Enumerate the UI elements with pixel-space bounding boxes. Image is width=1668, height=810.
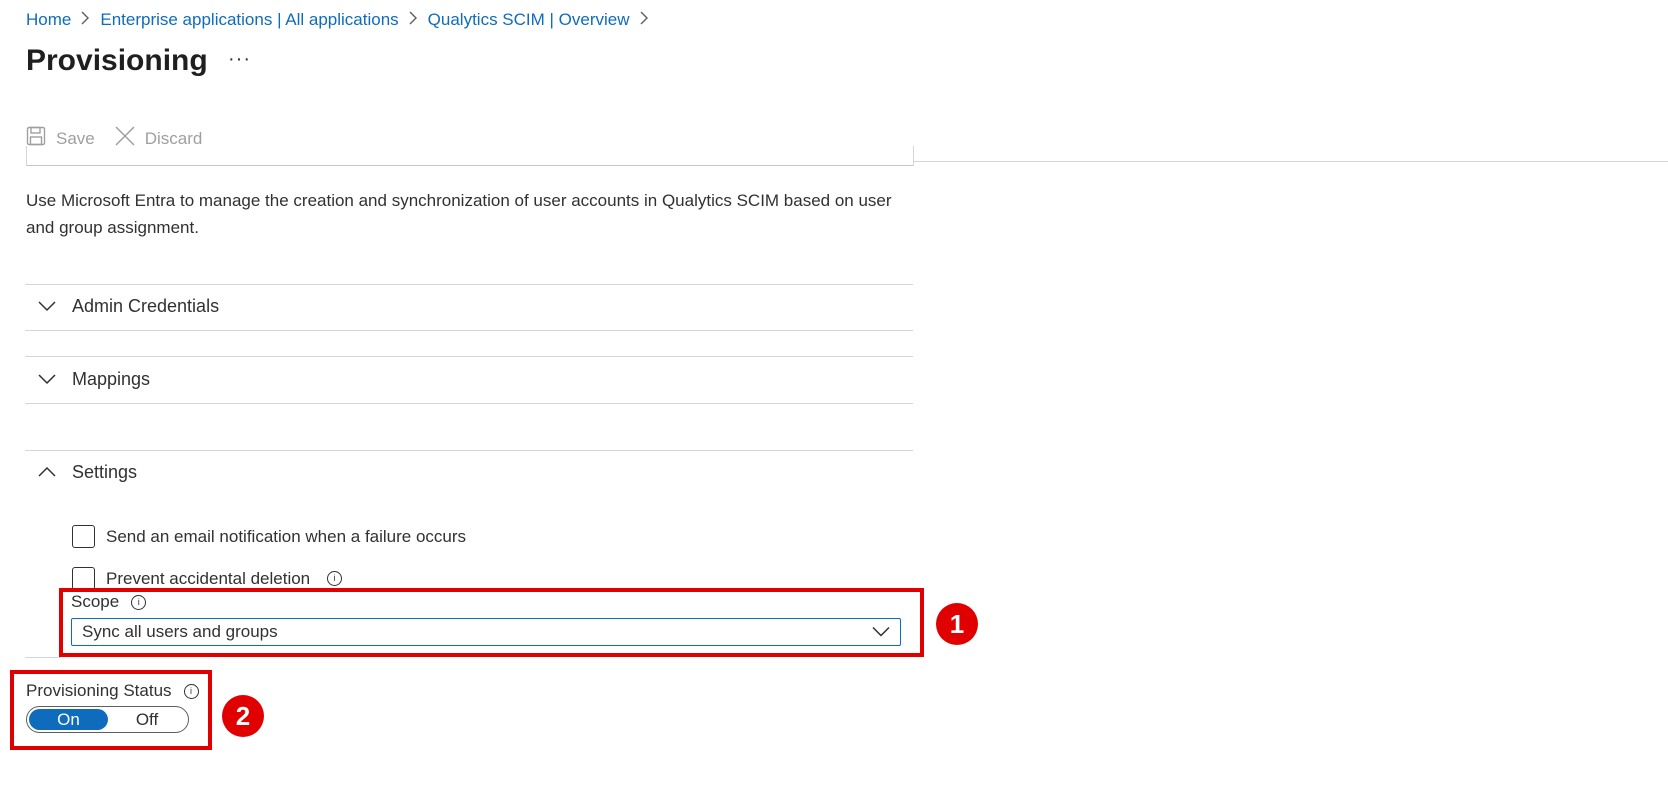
divider bbox=[25, 356, 913, 357]
section-mappings[interactable]: Mappings bbox=[38, 369, 150, 390]
chevron-down-icon bbox=[38, 296, 56, 317]
chevron-right-icon bbox=[640, 11, 649, 29]
annotation-badge-1: 1 bbox=[936, 603, 978, 645]
section-admin-credentials[interactable]: Admin Credentials bbox=[38, 296, 219, 317]
breadcrumb-app-overview[interactable]: Qualytics SCIM | Overview bbox=[428, 10, 630, 30]
email-notification-option: Send an email notification when a failur… bbox=[72, 525, 466, 548]
email-notification-label: Send an email notification when a failur… bbox=[106, 526, 467, 546]
prevent-deletion-checkbox[interactable] bbox=[72, 567, 95, 590]
section-settings[interactable]: Settings bbox=[38, 462, 137, 483]
annotation-badge-2: 2 bbox=[222, 695, 264, 737]
provisioning-description: Use Microsoft Entra to manage the creati… bbox=[26, 191, 892, 237]
prevent-deletion-label: Prevent accidental deletion bbox=[106, 568, 311, 588]
scrolled-panel-edge bbox=[26, 146, 914, 166]
breadcrumb-home[interactable]: Home bbox=[26, 10, 71, 30]
info-icon[interactable]: i bbox=[327, 571, 343, 586]
section-label: Mappings bbox=[72, 369, 151, 389]
chevron-up-icon bbox=[38, 462, 56, 483]
section-label: Settings bbox=[72, 462, 138, 482]
section-label: Admin Credentials bbox=[72, 296, 220, 316]
divider bbox=[25, 450, 913, 451]
toolbar-divider bbox=[914, 161, 1668, 162]
divider bbox=[25, 403, 913, 404]
prevent-deletion-option: Prevent accidental deletion i bbox=[72, 567, 343, 590]
email-notification-checkbox[interactable] bbox=[72, 525, 95, 548]
chevron-down-icon bbox=[38, 369, 56, 390]
page-title: Provisioning bbox=[26, 44, 208, 77]
divider bbox=[25, 330, 913, 331]
annotation-highlight-status bbox=[10, 670, 212, 750]
divider bbox=[25, 657, 61, 658]
breadcrumb: Home Enterprise applications | All appli… bbox=[26, 10, 659, 30]
chevron-right-icon bbox=[81, 11, 90, 29]
breadcrumb-enterprise-applications[interactable]: Enterprise applications | All applicatio… bbox=[100, 10, 398, 30]
chevron-right-icon bbox=[409, 11, 418, 29]
more-options-icon[interactable]: ··· bbox=[228, 48, 251, 71]
annotation-highlight-scope bbox=[59, 588, 924, 657]
divider bbox=[25, 284, 913, 285]
